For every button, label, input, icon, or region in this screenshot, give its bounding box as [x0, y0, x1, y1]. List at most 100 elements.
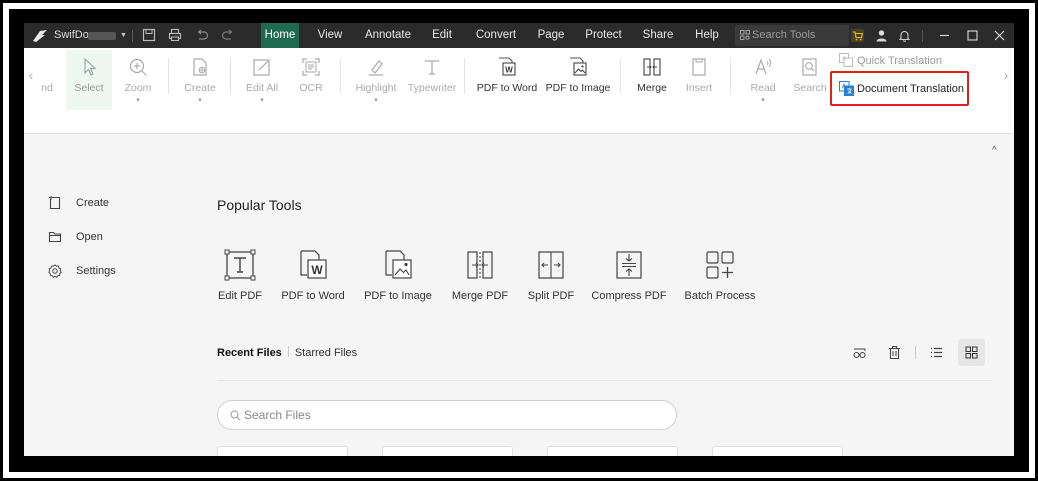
tab-view[interactable]: View [312, 23, 348, 48]
ocr-scan-icon [302, 58, 320, 76]
document-translation-label: Document Translation [857, 83, 964, 95]
zoom-label: Zoom [124, 82, 152, 94]
create-button[interactable]: Create ▾ [178, 50, 222, 110]
grid-view-button[interactable] [958, 339, 985, 366]
chevron-down-icon: ▾ [198, 97, 202, 104]
tab-edit[interactable]: Edit [427, 23, 457, 48]
ribbon-scroll-right-icon[interactable]: › [1001, 62, 1011, 88]
merge-button[interactable]: Merge [631, 50, 673, 110]
ribbon-toolbar: ‹ nd Select Zoom ▾ Create ▾ Edit All ▾ O… [24, 48, 1014, 156]
document-translation-button[interactable]: A Document Translation [834, 77, 967, 101]
search-files-field[interactable] [217, 400, 677, 430]
highlighter-icon [369, 60, 383, 76]
undo-icon[interactable] [195, 28, 209, 42]
pdf-to-word-icon: W [499, 57, 516, 76]
ribbon-divider [730, 58, 731, 94]
typewriter-button[interactable]: Typewriter [406, 50, 458, 110]
file-card[interactable] [712, 446, 843, 456]
insert-button[interactable]: Insert [678, 50, 720, 110]
file-card[interactable] [217, 446, 348, 456]
tool-pdf-to-image[interactable]: PDF to Image [353, 247, 443, 307]
search-tools-input[interactable]: Search Tools [735, 25, 849, 46]
grid-search-icon [740, 30, 750, 40]
minimize-icon[interactable] [938, 29, 951, 42]
tab-home[interactable]: Home [261, 23, 299, 48]
create-label: Create [184, 82, 216, 94]
close-icon[interactable] [993, 29, 1006, 42]
title-bar: SwifDoo ▼ Home View Annotate Edit Conver… [24, 23, 1014, 48]
tool-label: PDF to Image [364, 290, 432, 302]
ribbon-divider [340, 58, 341, 94]
nav-create-label: Create [76, 197, 110, 209]
tab-page[interactable]: Page [533, 23, 569, 48]
ribbon-divider [168, 58, 169, 94]
tab-annotate[interactable]: Annotate [362, 23, 414, 48]
tab-starred-files[interactable]: Starred Files [295, 347, 357, 359]
split-pdf-icon [538, 251, 564, 279]
insert-page-icon [692, 58, 706, 76]
file-card[interactable] [547, 446, 678, 456]
edit-all-button[interactable]: Edit All ▾ [240, 50, 284, 110]
merge-label: Merge [637, 82, 667, 94]
tool-batch-process[interactable]: Batch Process [675, 247, 765, 307]
create-file-icon [49, 196, 61, 210]
app-name-redacted [88, 32, 116, 40]
pdf-to-image-button[interactable]: PDF to Image [544, 50, 612, 110]
document-translate-icon: A [839, 81, 854, 96]
svg-text:W: W [505, 66, 513, 75]
highlight-button[interactable]: Highlight ▾ [352, 50, 400, 110]
print-icon[interactable] [168, 28, 182, 42]
user-icon[interactable] [875, 29, 888, 42]
ocr-label: OCR [299, 82, 323, 94]
popular-tools-title: Popular Tools [217, 197, 302, 213]
read-label: Read [750, 82, 776, 94]
edit-all-icon [253, 59, 270, 76]
zoom-button[interactable]: Zoom ▾ [116, 50, 160, 110]
search-button[interactable]: Search [790, 50, 830, 110]
select-tool-button[interactable]: Select [66, 50, 112, 110]
tool-compress-pdf[interactable]: Compress PDF [584, 247, 674, 307]
app-menu-caret-icon[interactable]: ▼ [120, 23, 127, 48]
tab-protect[interactable]: Protect [581, 23, 626, 48]
ribbon-scroll-left-icon[interactable]: ‹ [26, 62, 36, 88]
merge-pdf-icon [467, 251, 493, 279]
edit-all-label: Edit All [245, 82, 279, 94]
tool-label: PDF to Word [281, 290, 345, 302]
search-label: Search [793, 82, 827, 94]
collapse-ribbon-icon[interactable]: ^ [992, 145, 997, 156]
tab-recent-files[interactable]: Recent Files [217, 347, 282, 359]
grid-view-icon [965, 346, 978, 359]
app-window: SwifDoo ▼ Home View Annotate Edit Conver… [24, 23, 1014, 456]
maximize-icon[interactable] [966, 29, 979, 42]
list-view-icon[interactable] [929, 345, 944, 360]
redo-icon[interactable] [221, 28, 235, 42]
chevron-down-icon: ▾ [761, 97, 765, 104]
pdf-to-word-label: PDF to Word [476, 82, 538, 94]
insert-label: Insert [685, 82, 713, 94]
tool-pdf-to-word[interactable]: W PDF to Word [268, 247, 358, 307]
tool-label: Split PDF [527, 290, 575, 302]
search-files-input[interactable] [244, 407, 664, 423]
save-icon[interactable] [142, 28, 156, 42]
translate-icon: A [839, 53, 853, 67]
trash-icon[interactable] [887, 345, 902, 360]
search-icon [230, 410, 241, 421]
tab-help[interactable]: Help [690, 23, 724, 48]
search-document-icon [802, 58, 817, 76]
merge-icon [643, 58, 661, 76]
read-button[interactable]: Read ▾ [742, 50, 784, 110]
ocr-button[interactable]: OCR [290, 50, 332, 110]
compare-glasses-icon[interactable] [852, 345, 867, 360]
typewriter-text-icon [425, 60, 439, 75]
tab-share[interactable]: Share [639, 23, 677, 48]
divider [132, 30, 133, 42]
hand-tool-button[interactable]: nd [36, 50, 58, 110]
cart-icon[interactable] [851, 29, 864, 42]
tool-split-pdf[interactable]: Split PDF [506, 247, 596, 307]
pdf-to-word-button[interactable]: W PDF to Word [476, 50, 538, 110]
chevron-down-icon: ▾ [260, 97, 264, 104]
bell-icon[interactable] [898, 29, 911, 42]
file-card[interactable] [382, 446, 513, 456]
tab-convert[interactable]: Convert [471, 23, 521, 48]
divider [217, 380, 992, 381]
